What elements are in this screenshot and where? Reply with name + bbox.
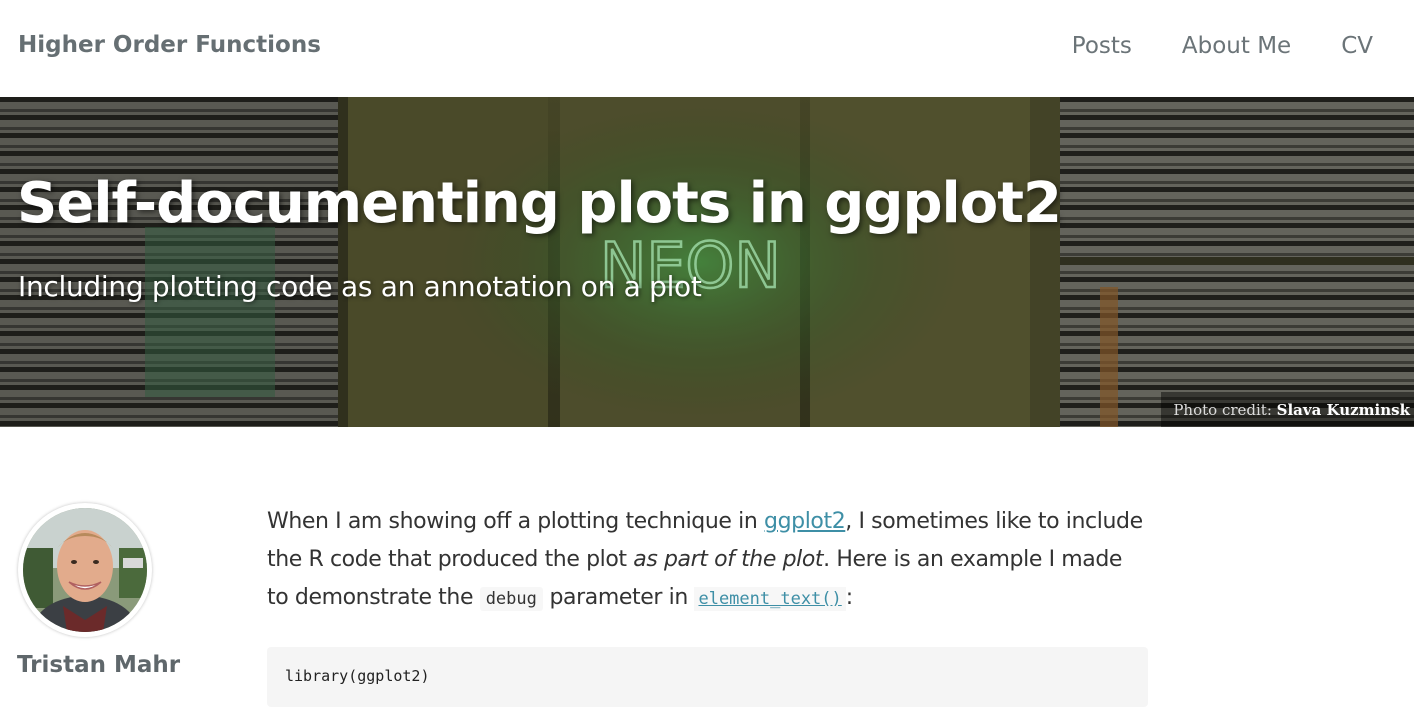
photo-credit-author-link[interactable]: Slava Kuzminsk [1277, 401, 1410, 419]
intro-emphasis: as part of the plot [633, 547, 824, 572]
avatar [23, 508, 147, 632]
photo-credit-label: Photo credit: [1173, 401, 1277, 419]
intro-text-5: : [845, 585, 853, 610]
nav-links: Posts About Me CV [1072, 33, 1373, 59]
hero-banner: NEON Self-documenting plots in ggplot2 I… [0, 97, 1414, 427]
top-navbar: Higher Order Functions Posts About Me CV [0, 0, 1414, 97]
hero-background-photo: NEON [0, 97, 1414, 427]
photo-credit: Photo credit: Slava Kuzminsk [1161, 392, 1414, 427]
code-block: library(ggplot2) [267, 647, 1148, 707]
author-avatar-frame [18, 503, 152, 637]
avatar-photo [23, 508, 147, 632]
nav-link-cv[interactable]: CV [1341, 33, 1373, 59]
post-subtitle: Including plotting code as an annotation… [18, 270, 702, 303]
intro-paragraph: When I am showing off a plotting techniq… [267, 503, 1147, 618]
element-text-doc-link[interactable]: element_text() [694, 587, 846, 611]
nav-link-posts[interactable]: Posts [1072, 33, 1132, 59]
article-body: When I am showing off a plotting techniq… [267, 503, 1147, 618]
post-title: Self-documenting plots in ggplot2 [17, 171, 1062, 236]
site-brand-link[interactable]: Higher Order Functions [18, 32, 321, 58]
inline-code-debug: debug [479, 587, 543, 611]
ggplot2-link[interactable]: ggplot2 [764, 509, 846, 534]
intro-text-1: When I am showing off a plotting techniq… [267, 509, 764, 534]
author-name: Tristan Mahr [17, 652, 181, 678]
code-line-library: library(ggplot2) [285, 667, 430, 685]
intro-text-4: parameter in [542, 585, 695, 610]
nav-link-about-me[interactable]: About Me [1182, 33, 1291, 59]
